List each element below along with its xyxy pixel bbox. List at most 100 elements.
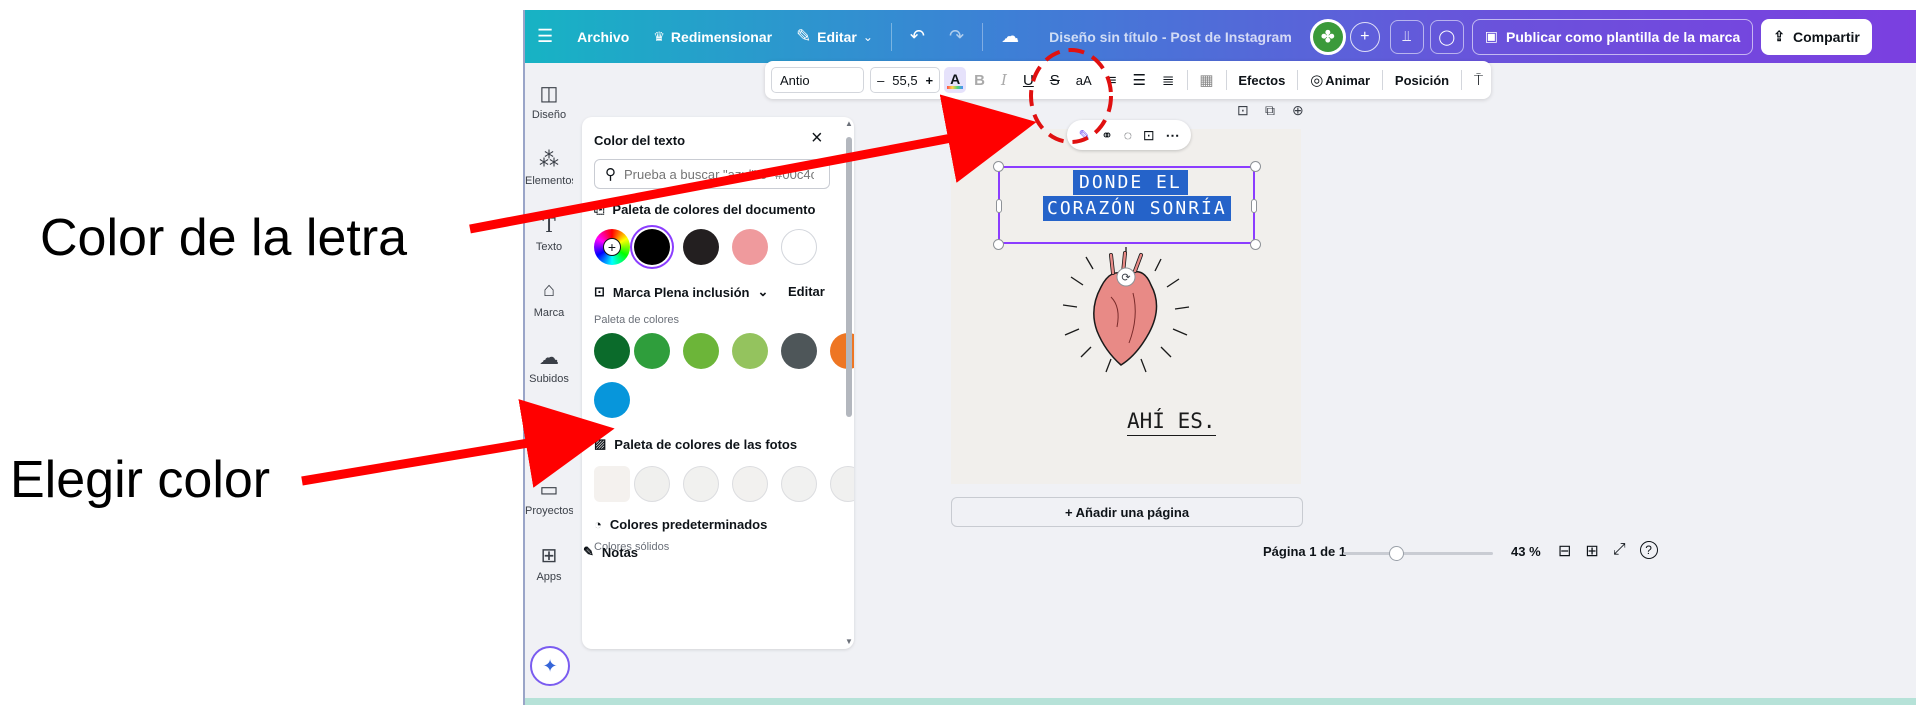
design-canvas[interactable]: DONDE EL CORAZÓN SONRÍA ⟳ AHÍ ES.: [951, 129, 1301, 484]
paint-roller-icon[interactable]: ⍑: [1466, 72, 1491, 89]
avatar[interactable]: ✤: [1309, 18, 1346, 55]
font-size-value[interactable]: 55,5: [892, 73, 917, 88]
comment-add-icon[interactable]: ◌: [1124, 127, 1132, 143]
italic-icon[interactable]: I: [993, 71, 1015, 89]
increase-size-button[interactable]: +: [926, 73, 934, 88]
zoom-slider-knob[interactable]: [1388, 546, 1404, 561]
redo-button[interactable]: ↷: [937, 10, 976, 63]
resize-handle[interactable]: [1251, 199, 1257, 213]
color-search-input[interactable]: [624, 166, 814, 182]
font-size-stepper[interactable]: – 55,5 +: [870, 67, 941, 93]
list-icon[interactable]: ☰: [1124, 71, 1153, 89]
duplicate-icon[interactable]: ⧉: [1265, 102, 1275, 119]
canvas-text-line2[interactable]: CORAZÓN SONRÍA: [1043, 196, 1231, 221]
canvas-bottom-text[interactable]: AHÍ ES.: [1127, 409, 1216, 436]
publish-template-button[interactable]: ▣ Publicar como plantilla de la marca: [1471, 18, 1754, 55]
letter-case-icon[interactable]: aA: [1068, 73, 1100, 88]
transparency-icon[interactable]: ▦: [1191, 71, 1221, 89]
resize-handle[interactable]: [1250, 239, 1261, 250]
redimensionar-button[interactable]: ♛ Redimensionar: [641, 10, 784, 63]
underline-icon[interactable]: U: [1015, 72, 1042, 89]
menu-button[interactable]: ☰: [525, 10, 565, 63]
fullscreen-icon[interactable]: ⤢: [1613, 541, 1626, 561]
rail-item-design[interactable]: ◫ Diseño: [525, 81, 573, 121]
brand-color-swatch[interactable]: [594, 333, 630, 369]
magic-edit-icon[interactable]: ✎: [1078, 127, 1090, 144]
position-button[interactable]: Posición: [1387, 73, 1457, 88]
close-icon[interactable]: ×: [811, 127, 823, 150]
strikethrough-icon[interactable]: S: [1042, 72, 1068, 89]
add-color-swatch[interactable]: +: [594, 229, 630, 265]
zoom-value[interactable]: 43 %: [1511, 544, 1541, 559]
undo-icon: ↶: [909, 26, 925, 46]
cloud-save-status[interactable]: ☁: [989, 10, 1031, 63]
add-collaborator-button[interactable]: +: [1349, 21, 1380, 52]
doc-color-swatch[interactable]: [634, 229, 670, 265]
photo-color-swatch[interactable]: [634, 466, 670, 502]
page-indicator[interactable]: Página 1 de 1: [1263, 544, 1346, 559]
zoom-slider[interactable]: [1343, 546, 1493, 561]
photo-color-swatch[interactable]: [683, 466, 719, 502]
editar-button[interactable]: ✎ Editar ⌄: [784, 10, 885, 63]
rail-item-projects[interactable]: ▭ Proyectos: [525, 477, 573, 517]
brand-edit-link[interactable]: Editar: [788, 284, 825, 299]
resize-handle[interactable]: [996, 199, 1002, 213]
rail-item-text[interactable]: T Texto: [525, 213, 573, 253]
brand-color-swatch[interactable]: [594, 382, 630, 418]
lock-icon[interactable]: ⊡: [1237, 102, 1249, 119]
bold-icon[interactable]: B: [966, 72, 993, 89]
brand-color-swatch[interactable]: [634, 333, 670, 369]
design-title[interactable]: Diseño sin título - Post de Instagram: [1031, 29, 1310, 45]
align-center-icon[interactable]: ≡: [1100, 72, 1125, 89]
more-options-icon[interactable]: ⋯: [1166, 127, 1180, 144]
photo-color-swatch[interactable]: [732, 466, 768, 502]
spacing-icon[interactable]: ≣: [1154, 71, 1183, 89]
rail-item-apps[interactable]: ⊞ Apps: [525, 543, 573, 583]
doc-color-swatch[interactable]: [683, 229, 719, 265]
photo-palette-heading: ▨ Paleta de colores de las fotos: [594, 436, 797, 452]
redo-icon: ↷: [949, 26, 965, 46]
help-icon[interactable]: ?: [1639, 541, 1658, 559]
photo-color-swatch[interactable]: [594, 466, 630, 502]
rail-item-tools[interactable]: ✐ Herramientas: [525, 411, 573, 451]
comments-button[interactable]: ◯: [1429, 19, 1464, 54]
color-search-field[interactable]: ⚲: [594, 159, 830, 189]
magic-assistant-button[interactable]: ✦: [530, 646, 570, 686]
search-icon: ⚲: [605, 166, 616, 183]
photo-color-swatch[interactable]: [781, 466, 817, 502]
text-color-icon: A: [950, 70, 961, 87]
decrease-size-button[interactable]: –: [877, 73, 884, 88]
pages-view-icon[interactable]: ⊟: [1558, 541, 1571, 561]
analytics-button[interactable]: ⫫: [1389, 19, 1424, 54]
rail-item-brand[interactable]: ⌂ Marca: [525, 279, 573, 319]
text-color-button[interactable]: A: [944, 67, 967, 93]
undo-button[interactable]: ↶: [898, 10, 937, 63]
resize-handle[interactable]: [1250, 161, 1261, 172]
resize-handle[interactable]: [993, 161, 1004, 172]
share-button[interactable]: ⇪ Compartir: [1761, 18, 1872, 55]
scrollbar-thumb[interactable]: [846, 137, 852, 417]
rail-label: Marca: [533, 307, 565, 319]
font-selector[interactable]: Antio: [771, 67, 865, 93]
lock-icon[interactable]: ⊡: [1143, 127, 1155, 144]
notes-button[interactable]: ✎ Notas: [583, 544, 638, 560]
rail-label: Subidos: [529, 373, 569, 385]
brand-color-swatch[interactable]: [781, 333, 817, 369]
grid-view-icon[interactable]: ⊞: [1585, 541, 1598, 561]
doc-color-swatch[interactable]: [732, 229, 768, 265]
archivo-menu[interactable]: Archivo: [565, 10, 641, 63]
brand-color-swatch[interactable]: [732, 333, 768, 369]
doc-color-swatch[interactable]: [781, 229, 817, 265]
heart-illustration[interactable]: ⟳: [1051, 247, 1201, 387]
animate-button[interactable]: Animar: [1325, 73, 1378, 88]
resize-handle[interactable]: [993, 239, 1004, 250]
rail-item-uploads[interactable]: ☁ Subidos: [525, 345, 573, 385]
rail-item-elements[interactable]: ⁂ Elementos: [525, 147, 573, 187]
canvas-text-line1[interactable]: DONDE EL: [1073, 170, 1188, 195]
effects-button[interactable]: Efectos: [1230, 73, 1293, 88]
panel-scrollbar[interactable]: ▲ ▼: [844, 117, 854, 649]
brand-color-swatch[interactable]: [683, 333, 719, 369]
add-page-icon[interactable]: ⊕: [1292, 102, 1304, 119]
add-page-button[interactable]: + Añadir una página: [951, 497, 1303, 527]
link-icon[interactable]: ⚭: [1101, 127, 1113, 144]
